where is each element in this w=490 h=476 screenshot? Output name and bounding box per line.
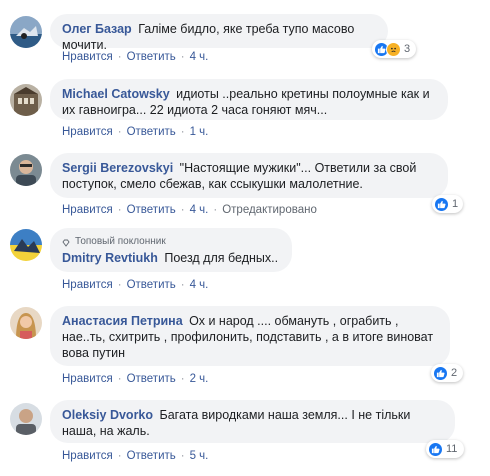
separator: · — [117, 51, 122, 63]
timestamp[interactable]: 4 ч. — [190, 51, 209, 63]
avatar[interactable] — [10, 154, 42, 186]
comment-actions: Нравится · Ответить · 4 ч. · Отредактировано — [62, 204, 317, 216]
timestamp[interactable]: 4 ч. — [190, 204, 209, 216]
reaction-count: 11 — [446, 443, 458, 455]
comment-author[interactable]: Олег Базар — [62, 22, 132, 36]
comment-actions: Нравится · Ответить · 2 ч. — [62, 373, 208, 385]
like-link[interactable]: Нравится — [62, 373, 113, 385]
separator: · — [117, 204, 122, 216]
reply-link[interactable]: Ответить — [127, 204, 176, 216]
comment-bubble: Michael Catowsky идиоты ..реально кретин… — [50, 79, 448, 120]
separator: · — [117, 126, 122, 138]
separator: · — [180, 279, 185, 291]
comment-author[interactable]: Sergii Berezovskyi — [62, 161, 173, 175]
separator: · — [180, 373, 185, 385]
timestamp[interactable]: 1 ч. — [190, 126, 209, 138]
reaction-count: 3 — [404, 43, 411, 55]
comment-author[interactable]: Michael Catowsky — [62, 87, 170, 101]
comment-actions: Нравится · Ответить · 1 ч. — [62, 126, 208, 138]
comment-author[interactable]: Dmitry Revtiukh — [62, 251, 158, 265]
reaction-summary[interactable]: 2 — [431, 364, 463, 382]
avatar[interactable] — [10, 84, 42, 116]
separator: · — [117, 450, 122, 462]
reaction-count: 2 — [451, 367, 458, 379]
like-link[interactable]: Нравится — [62, 279, 113, 291]
comment-author[interactable]: Oleksiy Dvorko — [62, 408, 153, 422]
edited-label[interactable]: Отредактировано — [222, 204, 317, 216]
diamond-icon — [62, 238, 70, 247]
reply-link[interactable]: Ответить — [127, 450, 176, 462]
separator: · — [180, 450, 185, 462]
reaction-summary[interactable]: 11 — [426, 440, 464, 458]
like-link[interactable]: Нравится — [62, 204, 113, 216]
like-icon — [428, 441, 443, 457]
reaction-count: 1 — [452, 198, 459, 210]
comment-actions: Нравится · Ответить · 4 ч. — [62, 51, 208, 63]
reply-link[interactable]: Ответить — [127, 126, 176, 138]
timestamp[interactable]: 4 ч. — [190, 279, 209, 291]
reaction-summary[interactable]: 3 — [372, 40, 416, 58]
comment-text: Поезд для бедных.. — [164, 251, 279, 265]
separator: · — [180, 204, 185, 216]
comment-bubble: Топовый поклонник Dmitry Revtiukh Поезд … — [50, 228, 292, 272]
comment-bubble: Анастасия Петрина Ох и народ .... обману… — [50, 306, 450, 366]
top-fan-badge: Топовый поклонник — [62, 235, 280, 248]
comment-author[interactable]: Анастасия Петрина — [62, 314, 183, 328]
like-link[interactable]: Нравится — [62, 450, 113, 462]
avatar[interactable] — [10, 229, 42, 261]
separator: · — [117, 373, 122, 385]
like-icon — [433, 365, 448, 381]
avatar[interactable] — [10, 16, 42, 48]
separator: · — [213, 204, 218, 216]
separator: · — [180, 51, 185, 63]
comment-bubble: Oleksiy Dvorko Багата виродками наша зем… — [50, 400, 455, 443]
avatar[interactable] — [10, 403, 42, 435]
badge-label: Топовый поклонник — [75, 236, 166, 247]
like-link[interactable]: Нравится — [62, 51, 113, 63]
timestamp[interactable]: 2 ч. — [190, 373, 209, 385]
comment-actions: Нравится · Ответить · 5 ч. — [62, 450, 208, 462]
sad-icon — [386, 41, 401, 57]
avatar[interactable] — [10, 307, 42, 339]
reply-link[interactable]: Ответить — [127, 51, 176, 63]
separator: · — [180, 126, 185, 138]
reply-link[interactable]: Ответить — [127, 373, 176, 385]
comment-bubble: Sergii Berezovskyi "Настоящие мужики"...… — [50, 153, 448, 198]
like-link[interactable]: Нравится — [62, 126, 113, 138]
reply-link[interactable]: Ответить — [127, 279, 176, 291]
comment-actions: Нравится · Ответить · 4 ч. — [62, 279, 208, 291]
separator: · — [117, 279, 122, 291]
like-icon — [434, 196, 449, 212]
comment-bubble: Олег Базар Галіме бидло, яке треба тупо … — [50, 14, 388, 52]
timestamp[interactable]: 5 ч. — [190, 450, 209, 462]
reaction-summary[interactable]: 1 — [432, 195, 463, 213]
